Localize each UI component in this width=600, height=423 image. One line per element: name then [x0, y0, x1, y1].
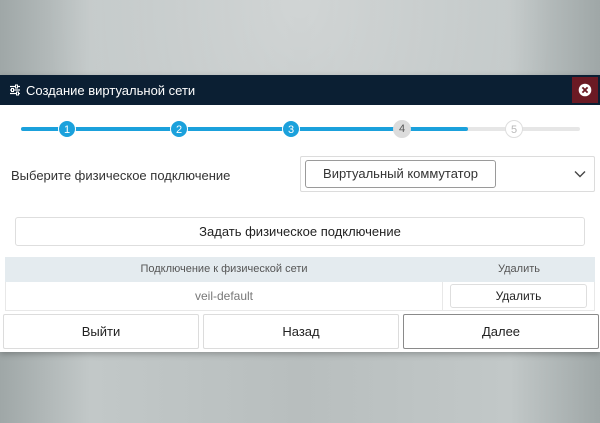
- exit-button[interactable]: Выйти: [3, 314, 199, 349]
- selected-chip[interactable]: Виртуальный коммутатор: [305, 160, 496, 188]
- sliders-icon: [10, 84, 20, 96]
- chevron-down-icon[interactable]: [574, 170, 586, 178]
- back-button[interactable]: Назад: [203, 314, 399, 349]
- step-1: 1: [58, 120, 76, 138]
- delete-button[interactable]: Удалить: [450, 284, 587, 308]
- dialog-titlebar: Создание виртуальной сети: [0, 75, 600, 105]
- delete-cell: Удалить: [443, 282, 595, 310]
- step-3: 3: [282, 120, 300, 138]
- step-2: 2: [170, 120, 188, 138]
- next-button[interactable]: Далее: [403, 314, 599, 349]
- physical-connection-label: Выберите физическое подключение: [11, 168, 231, 183]
- table-header: Подключение к физической сети Удалить: [5, 257, 595, 282]
- close-button[interactable]: [572, 77, 598, 103]
- close-icon: [578, 83, 592, 97]
- connection-name-cell: veil-default: [5, 282, 443, 310]
- dialog-footer: Выйти Назад Далее: [3, 314, 600, 350]
- step-5: 5: [505, 120, 523, 138]
- create-network-dialog: Создание виртуальной сети 1 2 3 4 5 Выбе…: [0, 75, 600, 352]
- wizard-stepper: 1 2 3 4 5: [21, 119, 580, 139]
- physical-connection-select[interactable]: Виртуальный коммутатор: [300, 156, 595, 192]
- connections-table: Подключение к физической сети Удалить ve…: [5, 257, 595, 311]
- table-row: veil-default Удалить: [5, 282, 595, 311]
- dialog-title: Создание виртуальной сети: [26, 82, 196, 98]
- column-header-connection: Подключение к физической сети: [140, 263, 308, 275]
- column-header-delete: Удалить: [498, 263, 540, 275]
- step-4: 4: [393, 120, 411, 138]
- set-physical-connection-button[interactable]: Задать физическое подключение: [15, 217, 585, 246]
